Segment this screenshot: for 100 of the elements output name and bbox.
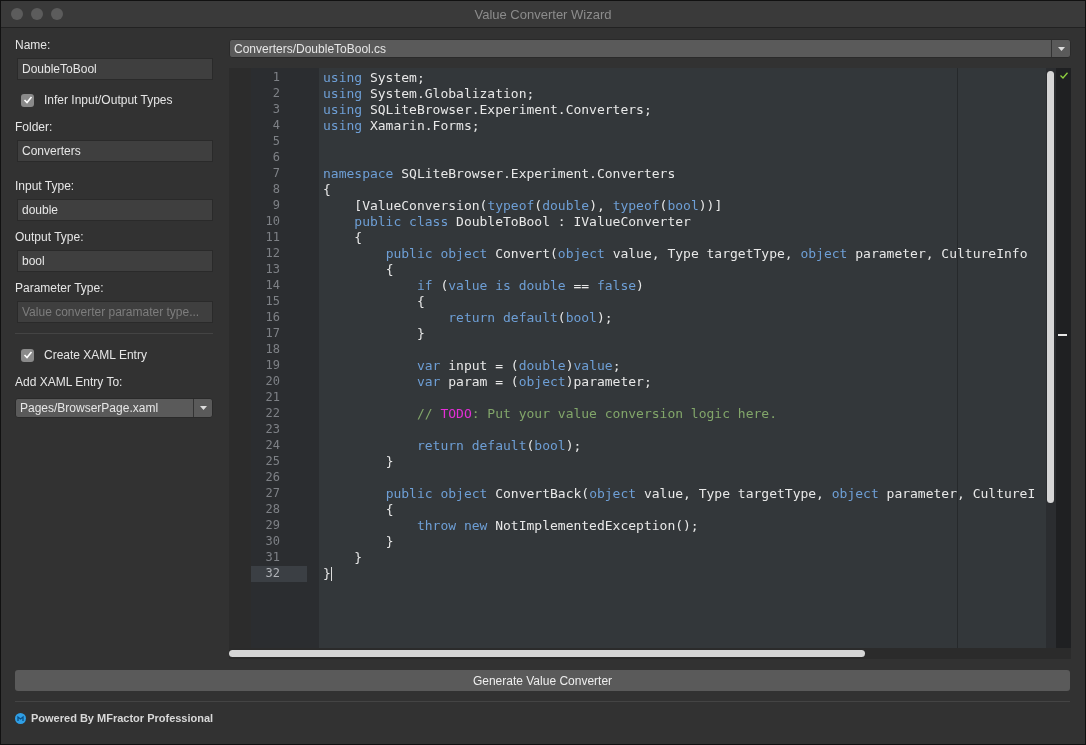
code-text: value, Type targetType, [612,246,794,262]
checkbox-label: Create XAML Entry [44,348,147,362]
code-text: ), [589,198,606,214]
code-comment: : Put your value conversion logic here. [471,406,777,422]
field-label: Folder: [15,120,54,134]
field-label: Name: [15,38,52,52]
code-keyword: object [557,246,605,262]
todo-marker: TODO [440,406,472,422]
code-text: } [354,550,363,566]
logo-icon [15,712,26,724]
line-number: 17 [265,326,280,340]
name-field[interactable]: DoubleToBool [17,58,213,80]
code-text: ) [565,358,574,374]
checkbox-label: Infer Input/Output Types [44,93,173,107]
code-text: } [323,566,331,582]
code-text: parameter, CultureI [886,486,1036,502]
field-label: Input Type: [15,179,76,193]
line-number: 31 [265,550,280,564]
code-keyword: throw new [416,518,488,534]
line-number: 23 [265,422,280,436]
line-number: 15 [265,294,280,308]
code-keyword: using [323,70,363,86]
code-keyword: var [416,358,441,374]
checkbox[interactable] [21,93,34,107]
code-text: )parameter; [565,374,652,390]
code-text: NotImplementedException(); [495,518,699,534]
line-number: 16 [265,310,280,324]
line-number: 27 [265,486,280,500]
code-keyword: object [800,246,848,262]
xaml-target-dropdown[interactable]: Pages/BrowserPage.xaml [15,398,213,418]
generate-button[interactable]: Generate Value Converter [15,670,1070,691]
code-text: } [385,534,394,550]
code-keyword: using [323,118,363,134]
line-number: 3 [272,102,280,116]
code-text: param = ( [448,374,519,390]
code-text: System.Globalization; [369,86,535,102]
code-editor[interactable] [229,68,1071,659]
line-number: 20 [265,374,280,388]
code-text: SQLiteBrowser.Experiment.Converters; [369,102,652,118]
code-keyword: public object [385,486,488,502]
code-text: ; [612,358,621,374]
line-number: 24 [265,438,280,452]
code-keyword: var [416,374,441,390]
window-title: Value Converter Wizard [474,6,612,22]
code-text: } [385,454,394,470]
line-number: 8 [272,182,280,196]
parameter-type-field[interactable]: Value converter paramater type... [17,301,213,323]
code-text: ( [557,310,566,326]
line-number: 14 [265,278,280,292]
code-keyword: public object [385,246,488,262]
code-text: ))] [698,198,723,214]
code-text: value, Type targetType, [643,486,825,502]
file-dropdown[interactable]: Converters/DoubleToBool.cs [229,39,1071,58]
field-label: Add XAML Entry To: [15,375,124,389]
line-number: 30 [265,534,280,548]
code-text: Convert( [495,246,558,262]
input-type-field[interactable]: double [17,199,213,221]
code-text: { [385,502,394,518]
code-keyword: using [323,86,363,102]
code-text: { [385,262,394,278]
text-cursor [330,567,332,581]
line-number: 11 [265,230,280,244]
line-number: 2 [272,86,280,100]
code-text: input = ( [448,358,519,374]
caret-icon [199,406,207,410]
code-text: SQLiteBrowser.Experiment.Converters [401,166,676,182]
line-number: 32 [265,566,280,580]
code-keyword: object [831,486,879,502]
code-text: { [354,230,363,246]
line-number: 1 [272,70,280,84]
code-text: { [323,182,331,198]
code-keyword: bool [534,438,566,454]
code-keyword: using [323,102,363,118]
code-text: ); [565,438,582,454]
code-text: ( [440,278,449,294]
code-keyword: double [542,198,590,214]
code-keyword: value is double [448,278,566,294]
code-text: Xamarin.Forms; [369,118,480,134]
footer-text: Powered By MFractor Professional [31,712,214,724]
code-keyword: value [573,358,613,374]
line-number: 26 [265,470,280,484]
folder-field[interactable]: Converters [17,140,213,162]
line-number: 19 [265,358,280,372]
code-text: ( [526,438,535,454]
line-number: 29 [265,518,280,532]
code-text: { [416,294,425,310]
line-number: 9 [272,198,280,212]
code-keyword: typeof [612,198,660,214]
output-type-field[interactable]: bool [17,250,213,272]
code-keyword: public class [354,214,449,230]
line-number: 12 [265,246,280,260]
code-keyword: typeof [487,198,535,214]
vertical-scrollbar[interactable] [1046,68,1056,648]
code-keyword: if [416,278,433,294]
line-number: 25 [265,454,280,468]
checkbox[interactable] [21,348,34,362]
code-text: ConvertBack( [495,486,590,502]
code-text: parameter, CultureInfo [855,246,1028,262]
code-keyword: object [518,374,566,390]
check-icon [1060,72,1068,79]
